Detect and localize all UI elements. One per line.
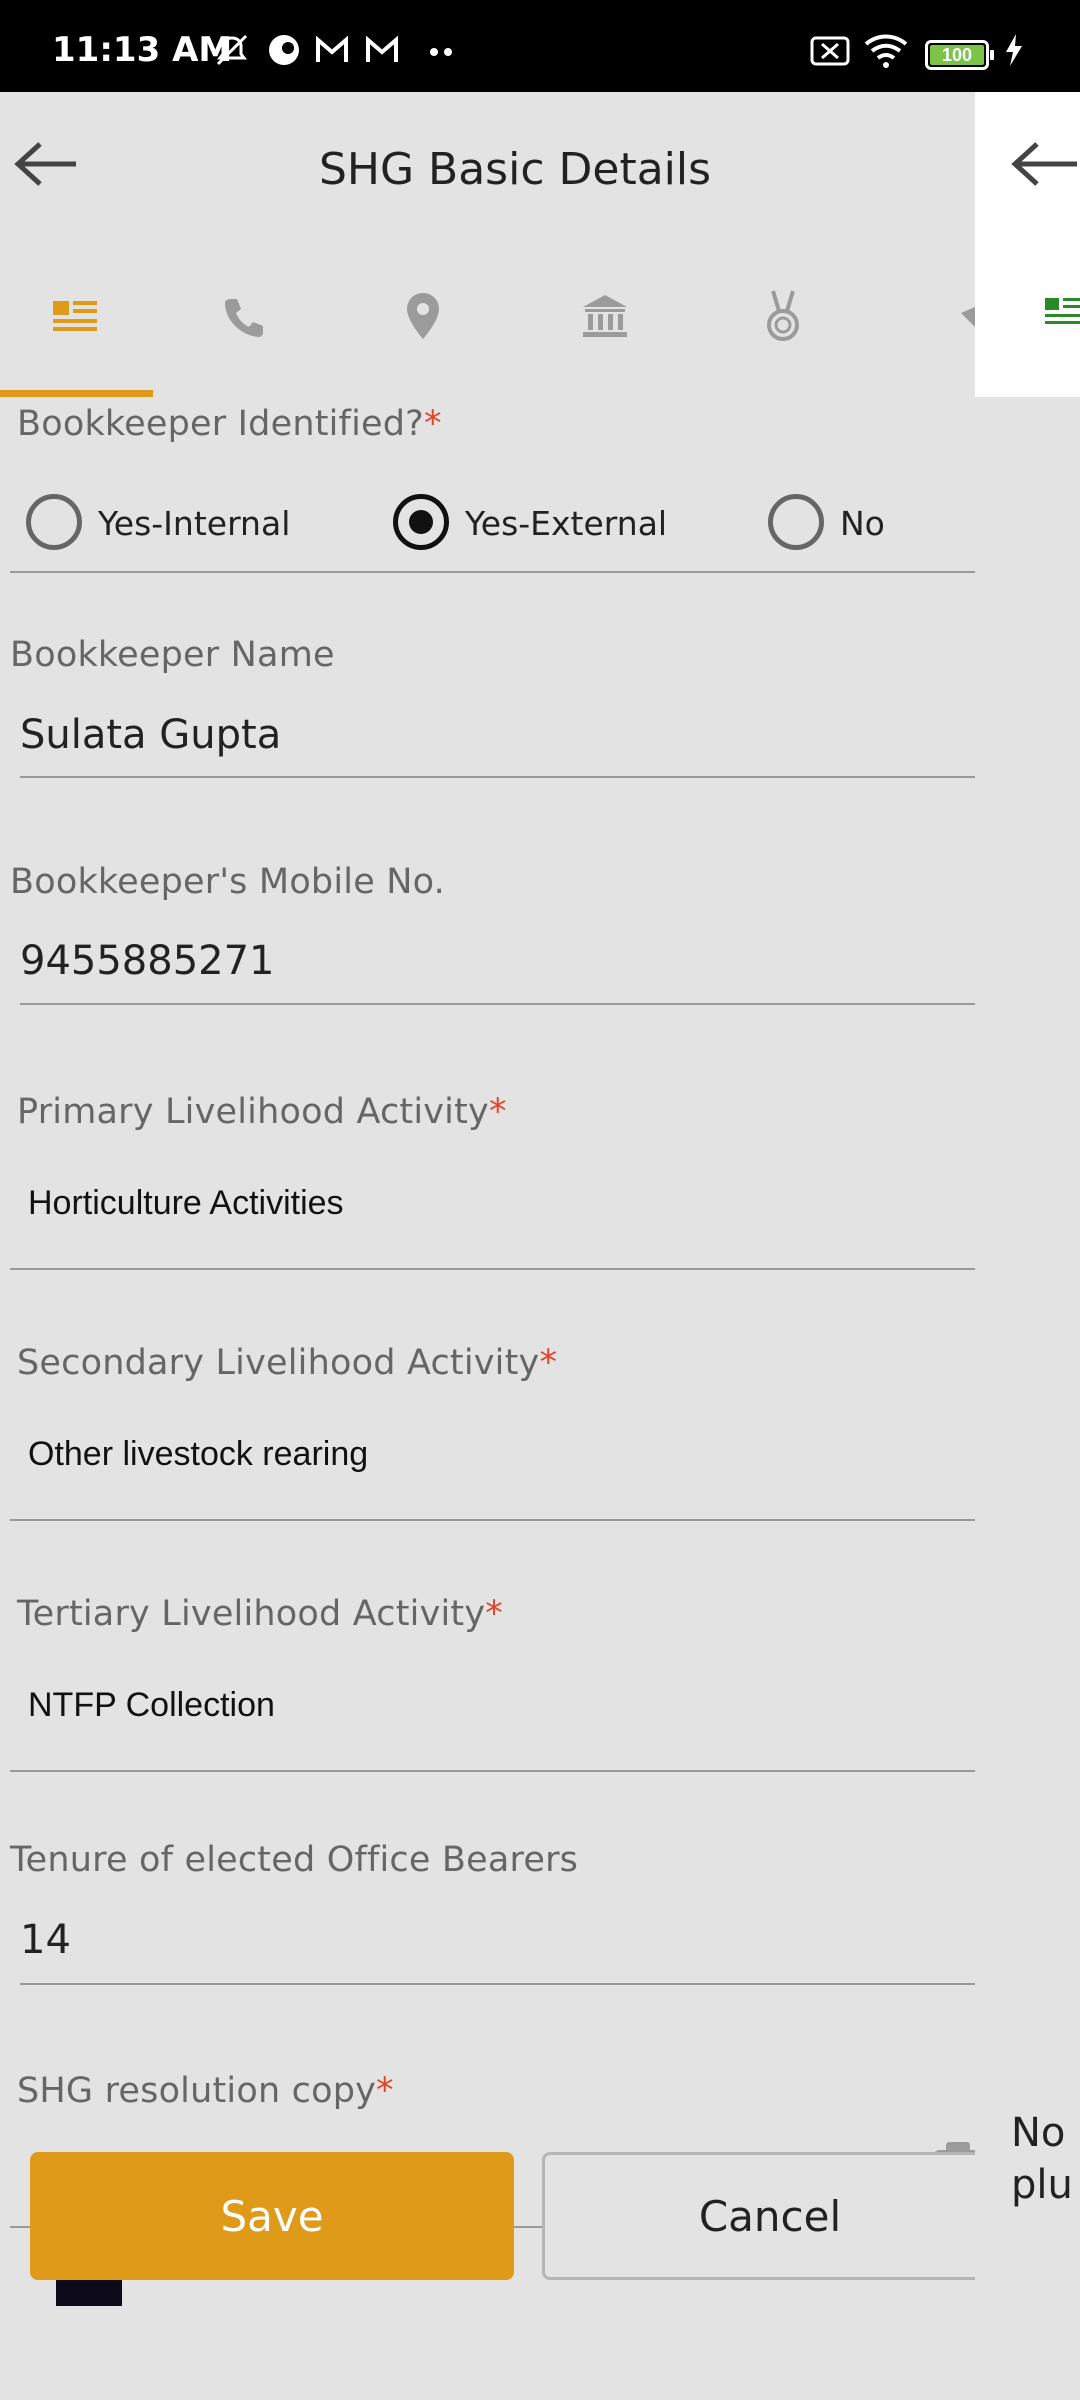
gmail-icon [316, 35, 348, 62]
app-bar: SHG Basic Details [0, 92, 975, 252]
bookkeeper-mobile-label: Bookkeeper's Mobile No. [10, 862, 445, 902]
bookkeeper-mobile-underline [20, 1003, 975, 1005]
required-mark: * [485, 1594, 503, 1634]
radio-no[interactable] [768, 494, 824, 550]
status-bar: 11:13 AM 100 [0, 0, 1080, 92]
tab-bar [0, 287, 975, 397]
tertiary-activity-label-text: Tertiary Livelihood Activity [17, 1594, 486, 1634]
status-time: 11:13 AM [52, 30, 233, 70]
phone-icon [225, 299, 263, 337]
bookkeeper-identified-label: Bookkeeper Identified?* [17, 404, 442, 444]
bank-icon [583, 295, 627, 337]
medal-icon [767, 290, 799, 341]
radio-no-label[interactable]: No [840, 504, 885, 543]
radio-yes-external[interactable] [393, 494, 449, 550]
resolution-copy-label-text: SHG resolution copy [17, 2071, 377, 2111]
tab-more[interactable] [900, 287, 975, 397]
app-icon [269, 35, 299, 65]
bookkeeper-identified-label-text: Bookkeeper Identified? [17, 404, 424, 444]
wifi-icon [864, 34, 908, 68]
side-panel-text: No plu [1011, 2107, 1073, 2211]
save-button[interactable]: Save [30, 2152, 514, 2280]
battery-level: 100 [930, 45, 984, 65]
side-panel-text-line1: No [1011, 2110, 1066, 2156]
bookkeeper-name-input[interactable]: Sulata Gupta [20, 712, 281, 758]
tab-details[interactable] [0, 287, 150, 397]
secondary-activity-label-text: Secondary Livelihood Activity [17, 1343, 540, 1383]
divider [10, 571, 975, 573]
primary-activity-underline [10, 1268, 975, 1270]
required-mark: * [423, 404, 442, 444]
tenure-underline [20, 1983, 975, 1985]
side-panel-details-icon [1045, 298, 1080, 324]
required-mark: * [488, 1092, 507, 1132]
bookkeeper-name-underline [20, 776, 975, 778]
secondary-activity-label: Secondary Livelihood Activity* [17, 1343, 557, 1383]
bookkeeper-mobile-input[interactable]: 9455885271 [20, 938, 275, 984]
tab-location[interactable] [348, 287, 498, 397]
required-mark: * [376, 2071, 394, 2111]
charging-icon [1006, 34, 1022, 66]
primary-activity-label: Primary Livelihood Activity* [17, 1092, 507, 1132]
page-title: SHG Basic Details [318, 144, 712, 195]
side-panel-text-line2: plu [1011, 2162, 1073, 2208]
pin-icon [961, 307, 975, 327]
tab-bank[interactable] [530, 287, 680, 397]
radio-yes-internal[interactable] [26, 494, 82, 550]
bookkeeper-name-label: Bookkeeper Name [10, 635, 335, 675]
required-mark: * [539, 1343, 558, 1383]
tertiary-activity-label: Tertiary Livelihood Activity* [17, 1594, 503, 1634]
tertiary-activity-underline [10, 1770, 975, 1772]
tertiary-activity-select[interactable]: NTFP Collection [28, 1686, 275, 1725]
tab-contact[interactable] [168, 287, 318, 397]
side-panel-back-arrow-icon[interactable] [1011, 140, 1077, 188]
location-pin-icon [407, 293, 439, 339]
radio-yes-internal-label[interactable]: Yes-Internal [98, 504, 290, 543]
primary-activity-select[interactable]: Horticulture Activities [28, 1184, 344, 1223]
mute-icon [216, 34, 248, 66]
active-tab-indicator [0, 390, 153, 397]
cancel-button[interactable]: Cancel [542, 2152, 998, 2280]
no-sim-icon [810, 36, 850, 66]
tab-award[interactable] [708, 287, 858, 397]
gmail-icon-2 [366, 35, 398, 62]
shg-basic-details-screen: SHG Basic Details Bookkeeper Identified?… [0, 92, 975, 2400]
primary-activity-label-text: Primary Livelihood Activity [17, 1092, 489, 1132]
resolution-copy-label: SHG resolution copy* [17, 2071, 394, 2111]
tenure-label: Tenure of elected Office Bearers [10, 1840, 579, 1880]
tenure-input[interactable]: 14 [20, 1917, 71, 1963]
battery-icon: 100 [925, 40, 994, 70]
side-panel-peek: No plu [975, 92, 1080, 2400]
more-notifications-icon [430, 48, 452, 56]
radio-yes-external-label[interactable]: Yes-External [465, 504, 667, 543]
details-icon [53, 301, 97, 331]
secondary-activity-underline [10, 1519, 975, 1521]
side-panel-header [975, 92, 1080, 397]
secondary-activity-select[interactable]: Other livestock rearing [28, 1435, 368, 1474]
